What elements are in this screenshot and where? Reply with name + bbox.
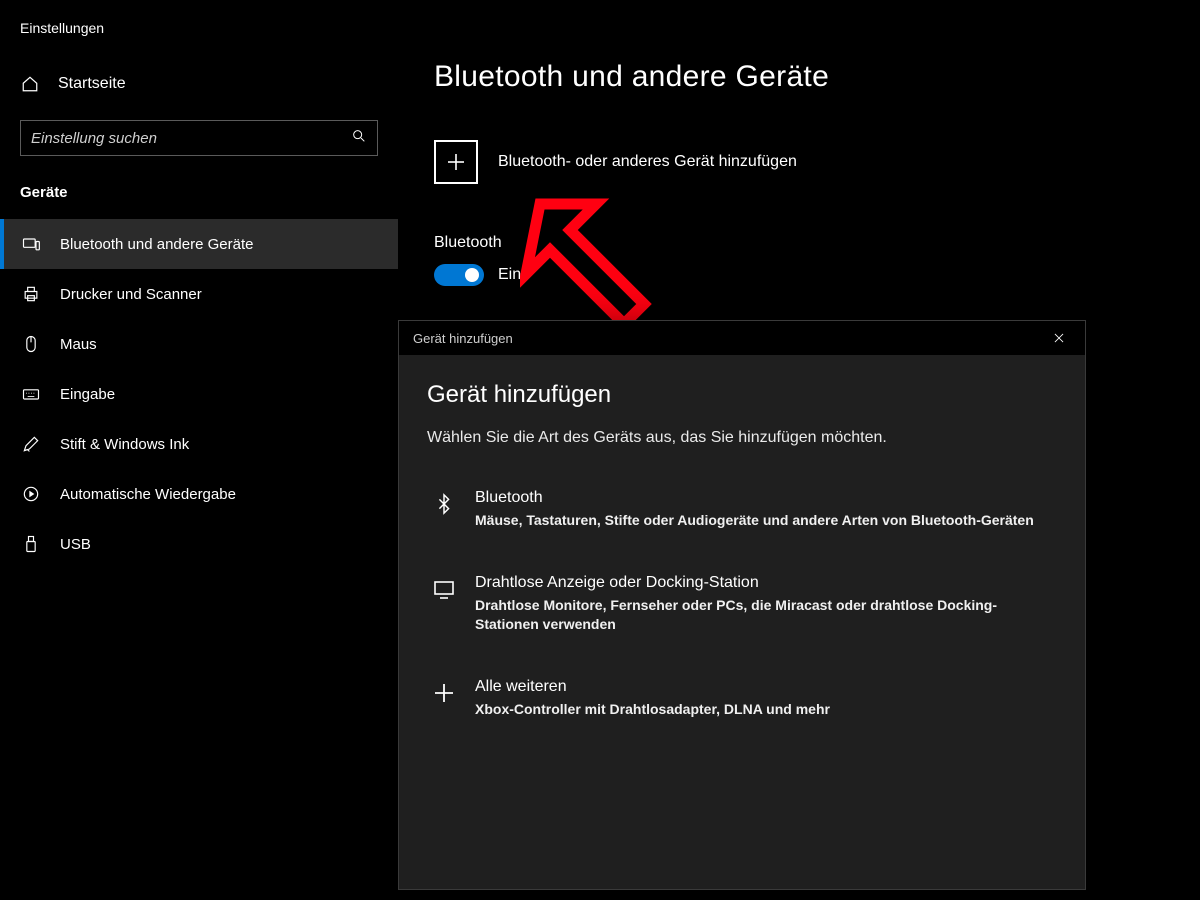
home-label: Startseite xyxy=(58,75,126,93)
dialog-option-bluetooth[interactable]: Bluetooth Mäuse, Tastaturen, Stifte oder… xyxy=(427,475,1057,544)
sidebar-item-pen[interactable]: Stift & Windows Ink xyxy=(0,419,398,469)
sidebar-item-autoplay[interactable]: Automatische Wiedergabe xyxy=(0,469,398,519)
search-input[interactable] xyxy=(31,130,351,147)
page-title: Bluetooth und andere Geräte xyxy=(434,60,1200,94)
home-icon xyxy=(20,74,40,94)
keyboard-icon xyxy=(20,383,42,405)
sidebar-item-label: Bluetooth und andere Geräte xyxy=(60,236,253,253)
bluetooth-toggle[interactable] xyxy=(434,264,484,286)
sidebar-item-usb[interactable]: USB xyxy=(0,519,398,569)
dialog-titlebar-text: Gerät hinzufügen xyxy=(413,331,513,346)
sidebar-item-label: Eingabe xyxy=(60,386,115,403)
sidebar: Einstellungen Startseite Geräte Bluetoot… xyxy=(0,0,398,900)
sidebar-item-typing[interactable]: Eingabe xyxy=(0,369,398,419)
bluetooth-icon xyxy=(431,491,457,517)
sidebar-item-label: USB xyxy=(60,536,91,553)
dialog-close-button[interactable] xyxy=(1039,323,1079,353)
sidebar-item-printers[interactable]: Drucker und Scanner xyxy=(0,269,398,319)
dialog-option-other[interactable]: Alle weiteren Xbox-Controller mit Drahtl… xyxy=(427,664,1057,733)
search-icon xyxy=(351,128,367,149)
plus-icon xyxy=(431,680,457,706)
bluetooth-label: Bluetooth xyxy=(434,234,1200,252)
display-icon xyxy=(431,576,457,602)
add-device-button[interactable]: Bluetooth- oder anderes Gerät hinzufügen xyxy=(434,140,1200,184)
home-button[interactable]: Startseite xyxy=(0,64,398,104)
pen-icon xyxy=(20,433,42,455)
usb-icon xyxy=(20,533,42,555)
sidebar-item-label: Drucker und Scanner xyxy=(60,286,202,303)
option-title: Alle weiteren xyxy=(475,678,830,696)
option-desc: Mäuse, Tastaturen, Stifte oder Audiogerä… xyxy=(475,511,1034,530)
option-desc: Drahtlose Monitore, Fernseher oder PCs, … xyxy=(475,596,1053,634)
mouse-icon xyxy=(20,333,42,355)
section-title: Geräte xyxy=(0,176,398,219)
add-device-label: Bluetooth- oder anderes Gerät hinzufügen xyxy=(498,153,797,171)
sidebar-item-label: Stift & Windows Ink xyxy=(60,436,189,453)
autoplay-icon xyxy=(20,483,42,505)
printer-icon xyxy=(20,283,42,305)
dialog-titlebar: Gerät hinzufügen xyxy=(399,321,1085,355)
bluetooth-pc-icon xyxy=(20,233,42,255)
dialog-heading: Gerät hinzufügen xyxy=(427,381,1057,409)
plus-icon xyxy=(434,140,478,184)
sidebar-item-label: Maus xyxy=(60,336,97,353)
option-title: Bluetooth xyxy=(475,489,1034,507)
sidebar-item-bluetooth[interactable]: Bluetooth und andere Geräte xyxy=(0,219,398,269)
dialog-subheading: Wählen Sie die Art des Geräts aus, das S… xyxy=(427,429,1057,447)
option-desc: Xbox-Controller mit Drahtlosadapter, DLN… xyxy=(475,700,830,719)
sidebar-item-mouse[interactable]: Maus xyxy=(0,319,398,369)
bluetooth-state: Ein xyxy=(498,266,521,284)
dialog-option-wireless-display[interactable]: Drahtlose Anzeige oder Docking-Station D… xyxy=(427,560,1057,648)
app-title: Einstellungen xyxy=(0,20,398,64)
sidebar-item-label: Automatische Wiedergabe xyxy=(60,486,236,503)
option-title: Drahtlose Anzeige oder Docking-Station xyxy=(475,574,1053,592)
add-device-dialog: Gerät hinzufügen Gerät hinzufügen Wählen… xyxy=(398,320,1086,890)
close-icon xyxy=(1052,331,1066,345)
search-box[interactable] xyxy=(20,120,378,156)
